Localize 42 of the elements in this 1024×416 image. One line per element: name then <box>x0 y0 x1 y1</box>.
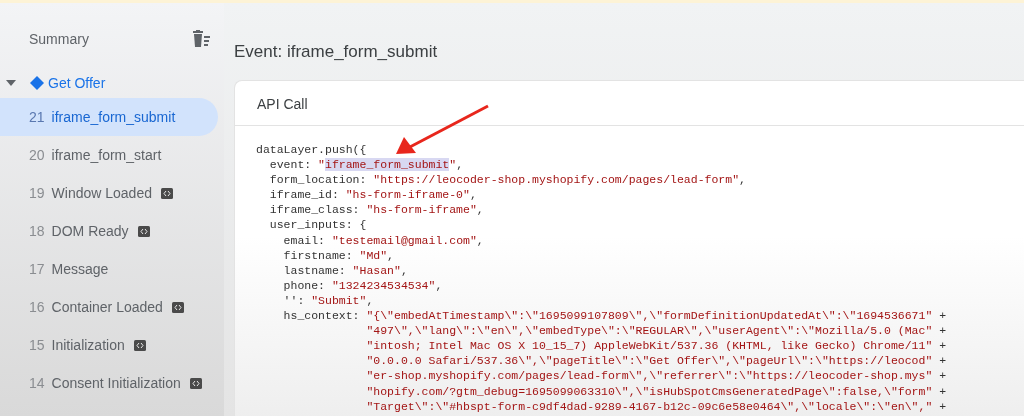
code-value: "hs-form-iframe-0", <box>345 187 477 203</box>
code-value: { <box>359 217 367 233</box>
code-value: "Target\":\"#hbspt-form-c9df4dad-9289-4167-b12c-09c6e58e0464\",\"locale\":\"en\"," + <box>366 398 947 414</box>
event-item[interactable]: 20 iframe_form_start <box>0 136 218 174</box>
code-line: dataLayer.push({ <box>256 142 368 158</box>
diamond-icon <box>30 76 44 90</box>
event-title: Event: iframe_form_submit <box>234 42 439 62</box>
code-value: "497\",\"lang\":\"en\",\"embedType\":\"REGULAR\",\"userAgent\":\"Mozilla/5.0 (Mac" + <box>366 323 947 339</box>
code-key: hs_context: <box>283 308 360 414</box>
code-value: "er-shop.myshopify.com/pages/lead-form\",\"referrer\":\"https://leocoder-shop.mys" + <box>366 368 947 384</box>
code-value: "intosh; Intel Mac OS X 10_15_7) AppleWebKit/537.36 (KHTML, like Gecko) Chrome/11" + <box>366 338 947 354</box>
code-value: "1324234534534", <box>331 277 443 293</box>
event-item[interactable]: 16 Container Loaded <box>0 288 218 326</box>
code-key: lastname: <box>283 262 346 278</box>
code-value: "Md", <box>359 247 394 263</box>
code-value: "Hasan", <box>352 262 408 278</box>
code-value: "testemail@gmail.com", <box>331 232 484 248</box>
code-key: email: <box>283 232 325 248</box>
caret-icon[interactable] <box>6 80 16 86</box>
code-key: iframe_id: <box>269 187 339 203</box>
code-key: phone: <box>283 277 325 293</box>
event-item[interactable]: 17 Message <box>0 250 218 288</box>
code-value: "Submit", <box>311 292 374 309</box>
code-value: "{\"embedAtTimestamp\":\"1695099107809\",\"formDefinitionUpdatedAt\":\"1694536671" + <box>366 308 947 324</box>
code-value: "hs-form-iframe", <box>366 202 484 218</box>
event-item[interactable]: 19 Window Loaded <box>0 174 218 212</box>
code-value: "0.0.0.0 Safari/537.36\",\"pageTitle\":\"Get Offer\",\"pageUrl\":\"https://leocod" + <box>366 353 947 369</box>
page-group-label[interactable]: Get Offer <box>48 75 106 91</box>
code-value: "hopify.com/?gtm_debug=1695099063310\",\"isHubSpotCmsGeneratedPage\":false,\"form" + <box>366 383 947 399</box>
event-item[interactable]: 15 Initialization <box>0 326 218 364</box>
event-item[interactable]: 18 DOM Ready <box>0 212 218 250</box>
clear-list-icon[interactable] <box>192 30 212 48</box>
code-key: '': <box>283 292 305 309</box>
code-key: user_inputs: <box>269 217 353 233</box>
summary-title[interactable]: Summary <box>29 31 89 47</box>
code-key: iframe_class: <box>269 202 360 218</box>
code-key: firstname: <box>283 247 353 263</box>
code-key: event: <box>269 157 312 173</box>
code-key: form_location: <box>269 172 367 188</box>
event-item[interactable]: 14 Consent Initialization <box>0 364 218 402</box>
event-item[interactable]: 21 iframe_form_submit <box>0 98 218 136</box>
code-value: "https://leocoder-shop.myshopify.com/pages/lead-form", <box>373 172 746 188</box>
